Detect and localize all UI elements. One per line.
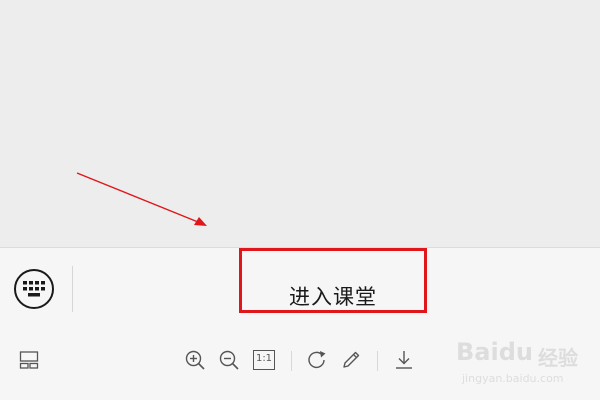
annotation-arrow — [76, 172, 207, 226]
enter-class-button[interactable]: 进入课堂 — [239, 248, 427, 313]
screen: 进入课堂 1:1 Baidu 经验 jingyan.baidu.com — [0, 0, 600, 400]
enter-class-label: 进入课堂 — [289, 285, 377, 309]
toolbar-separator — [377, 351, 378, 371]
watermark-cn: 经验 — [538, 346, 578, 370]
actual-size-button[interactable]: 1:1 — [253, 350, 275, 370]
download-icon[interactable] — [393, 349, 415, 371]
input-bar: 进入课堂 — [0, 247, 600, 327]
watermark: Baidu 经验 jingyan.baidu.com — [456, 338, 596, 394]
watermark-brand: Baidu — [456, 338, 533, 366]
layout-icon[interactable] — [18, 349, 40, 371]
zoom-out-icon[interactable] — [218, 349, 240, 371]
actual-size-label: 1:1 — [255, 353, 273, 364]
toolbar-separator — [291, 351, 292, 371]
keyboard-icon — [23, 281, 45, 297]
rotate-icon[interactable] — [306, 349, 328, 371]
pencil-icon[interactable] — [340, 349, 362, 371]
keyboard-toggle-button[interactable] — [14, 269, 54, 309]
watermark-url: jingyan.baidu.com — [462, 372, 564, 385]
vertical-divider — [72, 266, 73, 312]
zoom-in-icon[interactable] — [184, 349, 206, 371]
chat-area — [0, 0, 600, 247]
